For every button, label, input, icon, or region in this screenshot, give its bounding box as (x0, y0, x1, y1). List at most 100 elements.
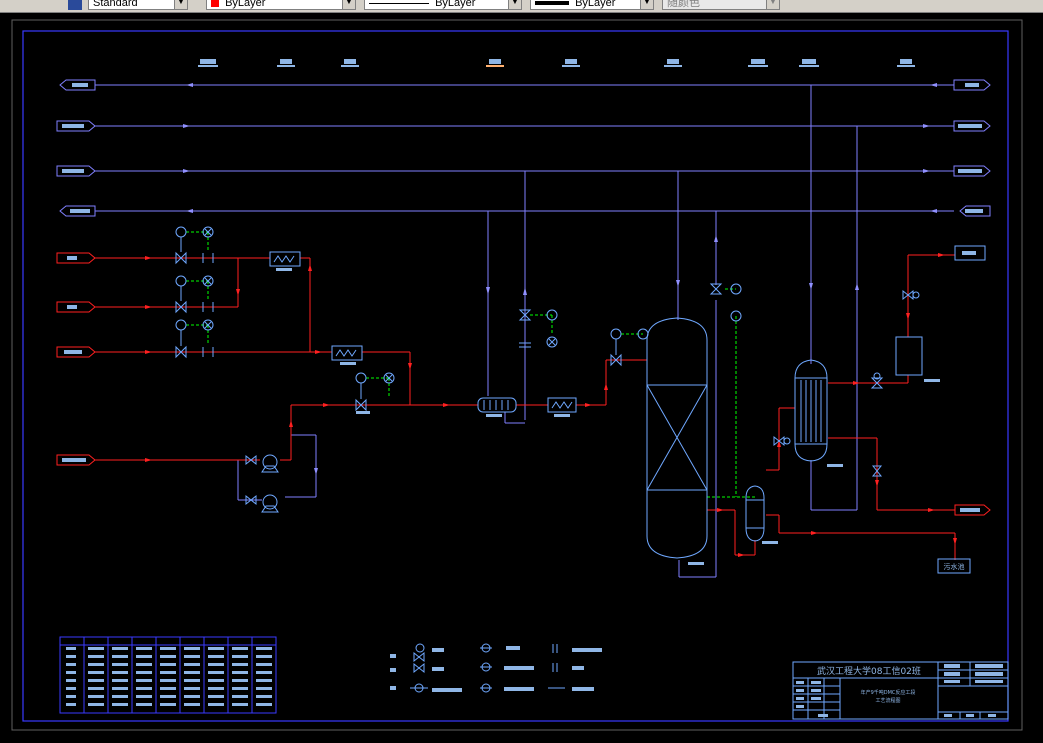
table-cell-placeholder (136, 655, 152, 658)
chevron-down-icon[interactable]: ▼ (342, 0, 355, 9)
table-cell-placeholder (160, 663, 176, 666)
signal-lines (186, 231, 755, 498)
table-cell-placeholder (208, 687, 224, 690)
table-cell-placeholder (112, 687, 128, 690)
table-cell-placeholder (184, 671, 200, 674)
color-value: ByLayer (225, 0, 266, 9)
waste-pool-label: 污水池 (944, 562, 965, 571)
table-cell-placeholder (88, 655, 104, 658)
lineweight-value: ByLayer (575, 0, 616, 9)
table-cell-placeholder (112, 647, 128, 650)
table-cell-placeholder (256, 695, 272, 698)
table-cell-placeholder (232, 647, 248, 650)
table-cell-placeholder (232, 679, 248, 682)
plot-style-select[interactable]: 随颜色 ▼ (662, 0, 780, 10)
chevron-down-icon[interactable]: ▼ (640, 0, 653, 9)
table-cell-placeholder (232, 663, 248, 666)
table-cell-placeholder (160, 671, 176, 674)
table-cell-placeholder (208, 671, 224, 674)
drawing-name-line2: 工艺流程图 (875, 697, 900, 704)
process-flow-arrows (145, 253, 957, 557)
chevron-down-icon[interactable]: ▼ (174, 0, 187, 9)
table-cell-placeholder (184, 663, 200, 666)
header-tags (56, 79, 991, 217)
chevron-down-icon[interactable]: ▼ (766, 0, 779, 9)
table-cell-placeholder (88, 687, 104, 690)
linetype-select[interactable]: ByLayer ▼ (364, 0, 522, 10)
table-cell-placeholder (160, 695, 176, 698)
table-cell-placeholder (88, 679, 104, 682)
pumps (245, 454, 279, 513)
material-table (59, 636, 277, 714)
table-cell-placeholder (136, 703, 152, 706)
tank-tag-label (962, 251, 976, 255)
utility-headers (95, 84, 954, 578)
table-cell-placeholder (88, 647, 104, 650)
table-cell-placeholder (88, 663, 104, 666)
table-cell-placeholder (136, 647, 152, 650)
table-cell-placeholder (88, 695, 104, 698)
table-cell-placeholder (256, 687, 272, 690)
table-cell-placeholder (184, 647, 200, 650)
table-cell-placeholder (208, 647, 224, 650)
table-cell-placeholder (184, 703, 200, 706)
toolbar-left-buttons (0, 0, 58, 12)
valve-loop-3 (175, 319, 214, 359)
table-cell-placeholder (160, 679, 176, 682)
valve-loop-4 (355, 372, 395, 412)
table-cell-placeholder (66, 671, 76, 674)
lineweight-select[interactable]: ByLayer ▼ (530, 0, 654, 10)
plot-style-value: 随颜色 (667, 0, 700, 9)
table-cell-placeholder (136, 663, 152, 666)
table-cell-placeholder (208, 679, 224, 682)
table-cell-placeholder (208, 703, 224, 706)
table-cell-placeholder (256, 655, 272, 658)
table-cell-placeholder (66, 647, 76, 650)
reactor-column (646, 317, 708, 559)
text-style-icon[interactable] (68, 0, 82, 10)
table-cell-placeholder (232, 703, 248, 706)
table-cell-placeholder (136, 687, 152, 690)
text-style-select[interactable]: Standard ▼ (88, 0, 188, 10)
process-tag-labels (62, 256, 980, 512)
table-cell-placeholder (184, 695, 200, 698)
table-cell-placeholder (184, 679, 200, 682)
text-style-value: Standard (93, 0, 138, 9)
table-cell-placeholder (112, 703, 128, 706)
color-swatch (211, 0, 219, 8)
table-cell-placeholder (256, 671, 272, 674)
table-cell-placeholder (88, 671, 104, 674)
linetype-sample (369, 2, 429, 4)
process-tags (56, 252, 991, 516)
condenser (773, 359, 884, 477)
color-select[interactable]: ByLayer ▼ (206, 0, 356, 10)
drawing-name-line1: 年产9千吨DMC反应工段 (861, 689, 916, 696)
table-cell-placeholder (66, 679, 76, 682)
table-cell-placeholder (136, 671, 152, 674)
table-cell-placeholder (160, 647, 176, 650)
table-cell-placeholder (232, 671, 248, 674)
exchangers (269, 251, 577, 413)
pid-drawing[interactable]: 污水池 武汉工程大学08工信02班 年产9千吨DMC反应工段 工艺流程图 (0, 13, 1043, 739)
table-cell-placeholder (232, 655, 248, 658)
table-cell-placeholder (160, 703, 176, 706)
table-cell-placeholder (160, 687, 176, 690)
table-cell-placeholder (232, 695, 248, 698)
table-cell-placeholder (256, 663, 272, 666)
table-cell-placeholder (256, 679, 272, 682)
table-cell-placeholder (66, 663, 76, 666)
drawing-canvas[interactable]: 污水池 武汉工程大学08工信02班 年产9千吨DMC反应工段 工艺流程图 (0, 13, 1043, 739)
legend (390, 643, 602, 693)
equipment-labels (276, 268, 940, 565)
table-cell-placeholder (112, 671, 128, 674)
table-cell-placeholder (232, 687, 248, 690)
table-cell-placeholder (208, 663, 224, 666)
table-cell-placeholder (136, 695, 152, 698)
chevron-down-icon[interactable]: ▼ (508, 0, 521, 9)
receiver-tank (895, 245, 986, 376)
table-cell-placeholder (88, 703, 104, 706)
title-block: 武汉工程大学08工信02班 年产9千吨DMC反应工段 工艺流程图 (792, 661, 1009, 720)
table-cell-placeholder (112, 695, 128, 698)
table-cell-placeholder (184, 655, 200, 658)
school-name: 武汉工程大学08工信02班 (817, 665, 921, 677)
